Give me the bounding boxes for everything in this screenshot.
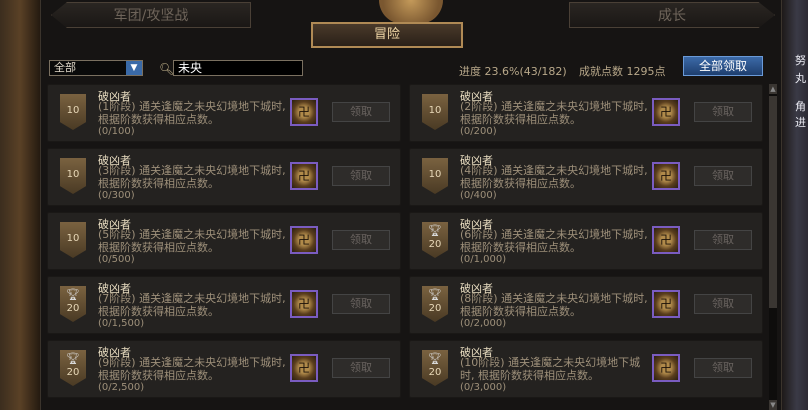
achievement-card: 🏆︎ 20 破凶者 (9阶段) 通关逢魔之未央幻境地下城时, 根据阶数获得相应点数…	[47, 340, 401, 398]
reward-item-icon[interactable]: 卍	[652, 226, 680, 254]
scroll-up-icon[interactable]: ▲	[769, 84, 777, 94]
side-text: 丸	[795, 72, 806, 85]
progress-text: 进度 23.6%(43/182)	[459, 65, 567, 78]
background-scenery-left	[0, 0, 40, 410]
reward-item-icon[interactable]: 卍	[290, 162, 318, 190]
reward-item-icon[interactable]: 卍	[290, 290, 318, 318]
search-icon: 🔍︎	[159, 62, 175, 76]
points-badge: 🏆︎ 20	[60, 350, 86, 386]
claim-button[interactable]: 领取	[332, 102, 390, 122]
trophy-icon: 🏆︎	[428, 352, 442, 365]
claim-button[interactable]: 领取	[694, 230, 752, 250]
claim-button[interactable]: 领取	[332, 230, 390, 250]
side-text: 努	[795, 54, 806, 67]
achievement-count: (0/500)	[98, 254, 135, 265]
category-select[interactable]: 全部 ▼	[49, 60, 143, 76]
achievement-list: 10 破凶者 (1阶段) 通关逢魔之未央幻境地下城时, 根据阶数获得相应点数。 …	[47, 84, 767, 410]
claim-all-button[interactable]: 全部领取	[683, 56, 763, 76]
achievement-card: 10 破凶者 (5阶段) 通关逢魔之未央幻境地下城时, 根据阶数获得相应点数。 …	[47, 212, 401, 270]
points-badge: 10	[60, 222, 86, 258]
reward-item-icon[interactable]: 卍	[652, 354, 680, 382]
badge-points: 10	[428, 169, 442, 180]
points-text: 成就点数 1295点	[579, 65, 666, 78]
emblem-icon	[379, 0, 443, 24]
points-badge: 🏆︎ 20	[422, 286, 448, 322]
trophy-icon: 🏆︎	[428, 224, 442, 237]
tab-legion[interactable]: 军团/攻坚战	[51, 2, 251, 28]
achievement-description: (9阶段) 通关逢魔之未央幻境地下城时, 根据阶数获得相应点数。	[98, 356, 286, 382]
reward-item-icon[interactable]: 卍	[290, 226, 318, 254]
achievement-count: (0/200)	[460, 126, 497, 137]
reward-item-icon[interactable]: 卍	[652, 162, 680, 190]
claim-button[interactable]: 领取	[694, 166, 752, 186]
trophy-icon: 🏆︎	[428, 288, 442, 301]
chevron-down-icon[interactable]: ▼	[126, 61, 142, 75]
reward-item-icon[interactable]: 卍	[290, 354, 318, 382]
achievement-card: 🏆︎ 20 破凶者 (7阶段) 通关逢魔之未央幻境地下城时, 根据阶数获得相应点数…	[47, 276, 401, 334]
achievement-card: 10 破凶者 (4阶段) 通关逢魔之未央幻境地下城时, 根据阶数获得相应点数。 …	[409, 148, 763, 206]
scroll-down-icon[interactable]: ▼	[769, 400, 777, 410]
achievement-description: (2阶段) 通关逢魔之未央幻境地下城时, 根据阶数获得相应点数。	[460, 100, 648, 126]
achievement-count: (0/2,500)	[98, 382, 145, 393]
claim-button[interactable]: 领取	[332, 358, 390, 378]
achievement-description: (4阶段) 通关逢魔之未央幻境地下城时, 根据阶数获得相应点数。	[460, 164, 648, 190]
badge-points: 20	[428, 303, 442, 314]
claim-button[interactable]: 领取	[332, 166, 390, 186]
badge-points: 20	[66, 367, 80, 378]
badge-points: 10	[428, 105, 442, 116]
achievement-description: (6阶段) 通关逢魔之未央幻境地下城时, 根据阶数获得相应点数。	[460, 228, 648, 254]
achievement-count: (0/1,000)	[460, 254, 507, 265]
badge-points: 20	[66, 303, 80, 314]
badge-points: 20	[428, 239, 442, 250]
trophy-icon: 🏆︎	[66, 288, 80, 301]
achievement-count: (0/300)	[98, 190, 135, 201]
side-text: 进	[795, 116, 806, 129]
achievement-count: (0/3,000)	[460, 382, 507, 393]
tab-growth[interactable]: 成长	[569, 2, 775, 28]
achievement-count: (0/1,500)	[98, 318, 145, 329]
claim-button[interactable]: 领取	[332, 294, 390, 314]
points-badge: 10	[60, 94, 86, 130]
reward-item-icon[interactable]: 卍	[652, 290, 680, 318]
side-text: 角	[795, 100, 806, 113]
search-input[interactable]: 未央	[173, 60, 303, 76]
achievement-count: (0/100)	[98, 126, 135, 137]
reward-item-icon[interactable]: 卍	[652, 98, 680, 126]
achievement-description: (3阶段) 通关逢魔之未央幻境地下城时, 根据阶数获得相应点数。	[98, 164, 286, 190]
background-scenery-right: 努 丸 角 进	[780, 0, 808, 410]
achievement-description: (1阶段) 通关逢魔之未央幻境地下城时, 根据阶数获得相应点数。	[98, 100, 286, 126]
achievement-card: 10 破凶者 (2阶段) 通关逢魔之未央幻境地下城时, 根据阶数获得相应点数。 …	[409, 84, 763, 142]
points-badge: 10	[60, 158, 86, 194]
claim-button[interactable]: 领取	[694, 358, 752, 378]
points-badge: 🏆︎ 20	[60, 286, 86, 322]
trophy-icon: 🏆︎	[66, 352, 80, 365]
points-badge: 10	[422, 94, 448, 130]
badge-points: 10	[66, 105, 80, 116]
claim-button[interactable]: 领取	[694, 102, 752, 122]
badge-points: 10	[66, 233, 80, 244]
scrollbar[interactable]: ▲ ▼	[769, 84, 777, 410]
scrollbar-thumb[interactable]	[769, 96, 777, 308]
points-badge: 🏆︎ 20	[422, 222, 448, 258]
reward-item-icon[interactable]: 卍	[290, 98, 318, 126]
achievement-description: (10阶段) 通关逢魔之未央幻境地下城时, 根据阶数获得相应点数。	[460, 356, 641, 382]
tab-adventure[interactable]: 冒险	[311, 22, 463, 48]
achievement-description: (8阶段) 通关逢魔之未央幻境地下城时, 根据阶数获得相应点数。	[460, 292, 648, 318]
achievement-count: (0/400)	[460, 190, 497, 201]
achievement-count: (0/2,000)	[460, 318, 507, 329]
achievement-description: (5阶段) 通关逢魔之未央幻境地下城时, 根据阶数获得相应点数。	[98, 228, 286, 254]
achievement-card: 🏆︎ 20 破凶者 (6阶段) 通关逢魔之未央幻境地下城时, 根据阶数获得相应点数…	[409, 212, 763, 270]
achievement-card: 10 破凶者 (3阶段) 通关逢魔之未央幻境地下城时, 根据阶数获得相应点数。 …	[47, 148, 401, 206]
points-badge: 🏆︎ 20	[422, 350, 448, 386]
badge-points: 20	[428, 367, 442, 378]
category-select-value: 全部	[54, 61, 76, 74]
points-badge: 10	[422, 158, 448, 194]
claim-button[interactable]: 领取	[694, 294, 752, 314]
achievement-card: 10 破凶者 (1阶段) 通关逢魔之未央幻境地下城时, 根据阶数获得相应点数。 …	[47, 84, 401, 142]
achievement-panel: 军团/攻坚战 成长 冒险 全部 ▼ 🔍︎ 未央 进度 23.6%(43/182)…	[40, 0, 782, 410]
achievement-card: 🏆︎ 20 破凶者 (8阶段) 通关逢魔之未央幻境地下城时, 根据阶数获得相应点数…	[409, 276, 763, 334]
achievement-card: 🏆︎ 20 破凶者 (10阶段) 通关逢魔之未央幻境地下城时, 根据阶数获得相应点…	[409, 340, 763, 398]
badge-points: 10	[66, 169, 80, 180]
achievement-description: (7阶段) 通关逢魔之未央幻境地下城时, 根据阶数获得相应点数。	[98, 292, 286, 318]
